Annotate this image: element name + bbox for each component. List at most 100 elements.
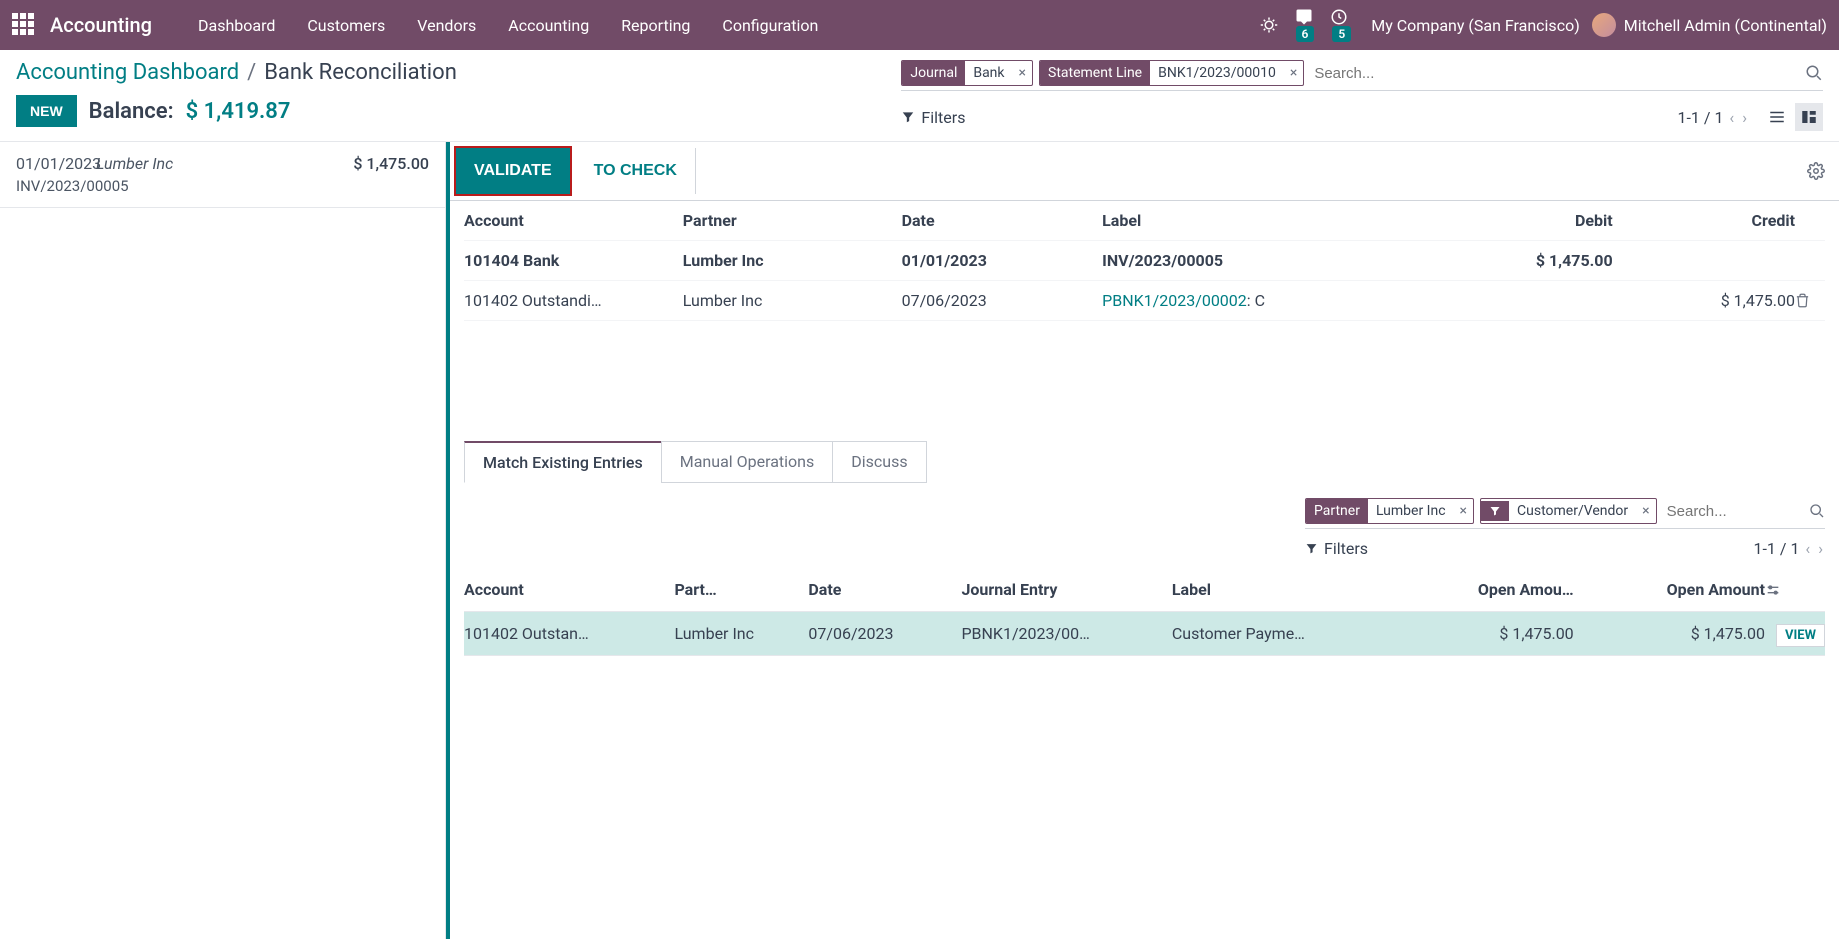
th-journal: Journal Entry (961, 580, 1171, 599)
activities-icon[interactable]: 5 (1330, 8, 1351, 42)
facet-journal: Journal Bank × (901, 60, 1033, 86)
facet-statement-line: Statement Line BNK1/2023/00010 × (1039, 60, 1304, 86)
line-partner: Lumber Inc (96, 154, 353, 173)
filters-label: Filters (1324, 539, 1368, 558)
cell-account: 101402 Outstandi… (464, 291, 683, 310)
cell-partner: Lumber Inc (683, 251, 902, 270)
facet-value: Customer/Vendor (1509, 499, 1636, 523)
match-row[interactable]: 101402 Outstan… Lumber Inc 07/06/2023 PB… (464, 612, 1825, 656)
cell-account: 101404 Bank (464, 251, 683, 270)
facet-remove-icon[interactable]: × (1454, 503, 1473, 519)
inner-facet-partner: Partner Lumber Inc × (1305, 498, 1474, 524)
subtabs: Match Existing Entries Manual Operations… (464, 441, 1825, 484)
columns-gear-icon[interactable] (1765, 582, 1825, 598)
filter-icon (1481, 501, 1509, 521)
pager: 1-1 / 1 ‹ › (1678, 108, 1750, 127)
inner-facet-cv: Customer/Vendor × (1480, 498, 1657, 524)
search-bar: Journal Bank × Statement Line BNK1/2023/… (901, 60, 1823, 91)
th-partner: Part… (674, 580, 808, 599)
cell-date: 07/06/2023 (902, 291, 1103, 310)
cell-account: 101402 Outstan… (464, 624, 674, 643)
new-button[interactable]: NEW (16, 95, 77, 127)
line-ref: INV/2023/00005 (16, 177, 429, 195)
company-selector[interactable]: My Company (San Francisco) (1371, 16, 1580, 35)
user-menu[interactable]: Mitchell Admin (Continental) (1592, 13, 1827, 37)
breadcrumb: Accounting Dashboard / Bank Reconciliati… (16, 60, 901, 85)
cell-partner: Lumber Inc (674, 624, 808, 643)
reconciliation-panel: VALIDATE TO CHECK Account Partner Date L… (446, 142, 1839, 939)
journal-link[interactable]: PBNK1/2023/00002 (1102, 291, 1247, 310)
list-view-icon[interactable] (1763, 103, 1791, 131)
entry-row: 101402 Outstandi… Lumber Inc 07/06/2023 … (464, 281, 1825, 321)
th-label: Label (1172, 580, 1382, 599)
tab-discuss[interactable]: Discuss (832, 441, 926, 483)
th-account: Account (464, 211, 683, 230)
th-label: Label (1102, 211, 1430, 230)
th-credit: Credit (1613, 211, 1795, 230)
user-name: Mitchell Admin (Continental) (1624, 16, 1827, 35)
filters-button[interactable]: Filters (901, 108, 965, 127)
line-amount: $ 1,475.00 (353, 154, 429, 173)
menu-reporting[interactable]: Reporting (605, 0, 706, 50)
menu-configuration[interactable]: Configuration (706, 0, 834, 50)
menu-dashboard[interactable]: Dashboard (182, 0, 291, 50)
facet-value: Bank (965, 61, 1012, 85)
menu-customers[interactable]: Customers (291, 0, 401, 50)
balance-label: Balance: (89, 99, 174, 124)
view-button[interactable]: VIEW (1776, 624, 1825, 647)
inner-search-area: Partner Lumber Inc × Customer/Vendor × (450, 484, 1839, 535)
messages-badge: 6 (1296, 26, 1315, 42)
facet-remove-icon[interactable]: × (1636, 503, 1655, 519)
messages-icon[interactable]: 6 (1294, 8, 1315, 42)
menu-accounting[interactable]: Accounting (492, 0, 605, 50)
debug-icon[interactable] (1260, 16, 1278, 34)
breadcrumb-sep: / (247, 60, 256, 85)
activities-badge: 5 (1332, 26, 1351, 42)
statement-line[interactable]: 01/01/2023 Lumber Inc $ 1,475.00 INV/202… (0, 142, 445, 208)
kanban-view-icon[interactable] (1795, 103, 1823, 131)
cell-label: PBNK1/2023/00002: C (1102, 291, 1430, 310)
gear-icon[interactable] (1807, 162, 1825, 180)
action-tabs: VALIDATE TO CHECK (450, 142, 1839, 201)
inner-search-input[interactable] (1663, 499, 1803, 524)
facet-key: Partner (1306, 499, 1368, 523)
tab-manual-operations[interactable]: Manual Operations (661, 441, 834, 483)
facet-remove-icon[interactable]: × (1013, 65, 1032, 81)
apps-icon[interactable] (12, 13, 36, 37)
cell-credit: $ 1,475.00 (1613, 291, 1795, 310)
pager-next-icon[interactable]: › (1742, 108, 1747, 127)
th-date: Date (902, 211, 1103, 230)
to-check-button[interactable]: TO CHECK (576, 148, 696, 194)
th-open1: Open Amou… (1382, 580, 1573, 599)
validate-button[interactable]: VALIDATE (454, 146, 572, 196)
search-input[interactable] (1310, 61, 1799, 86)
tab-match-existing[interactable]: Match Existing Entries (464, 441, 662, 483)
facet-remove-icon[interactable]: × (1284, 65, 1303, 81)
trash-icon[interactable] (1795, 293, 1825, 308)
line-date: 01/01/2023 (16, 154, 96, 173)
cell-journal: PBNK1/2023/00… (961, 624, 1171, 643)
pager-prev-icon[interactable]: ‹ (1805, 539, 1810, 558)
search-icon[interactable] (1805, 64, 1823, 82)
breadcrumb-current: Bank Reconciliation (264, 60, 457, 85)
entry-row: 101404 Bank Lumber Inc 01/01/2023 INV/20… (464, 241, 1825, 281)
pager-prev-icon[interactable]: ‹ (1729, 108, 1734, 127)
balance-value: $ 1,419.87 (186, 99, 291, 124)
pager-next-icon[interactable]: › (1818, 539, 1823, 558)
cell-partner: Lumber Inc (683, 291, 902, 310)
filters-label: Filters (921, 108, 965, 127)
cell-open1: $ 1,475.00 (1382, 624, 1573, 643)
avatar (1592, 13, 1616, 37)
app-title[interactable]: Accounting (50, 13, 152, 37)
inner-filters-button[interactable]: Filters (1305, 539, 1368, 558)
breadcrumb-link[interactable]: Accounting Dashboard (16, 60, 239, 85)
control-row: Accounting Dashboard / Bank Reconciliati… (0, 50, 1839, 142)
cell-date: 07/06/2023 (808, 624, 961, 643)
statement-lines-panel: 01/01/2023 Lumber Inc $ 1,475.00 INV/202… (0, 142, 446, 939)
cell-label: INV/2023/00005 (1102, 251, 1430, 270)
cell-date: 01/01/2023 (902, 251, 1103, 270)
th-date: Date (808, 580, 961, 599)
search-icon[interactable] (1809, 503, 1825, 519)
facet-key: Journal (902, 61, 965, 85)
menu-vendors[interactable]: Vendors (401, 0, 492, 50)
